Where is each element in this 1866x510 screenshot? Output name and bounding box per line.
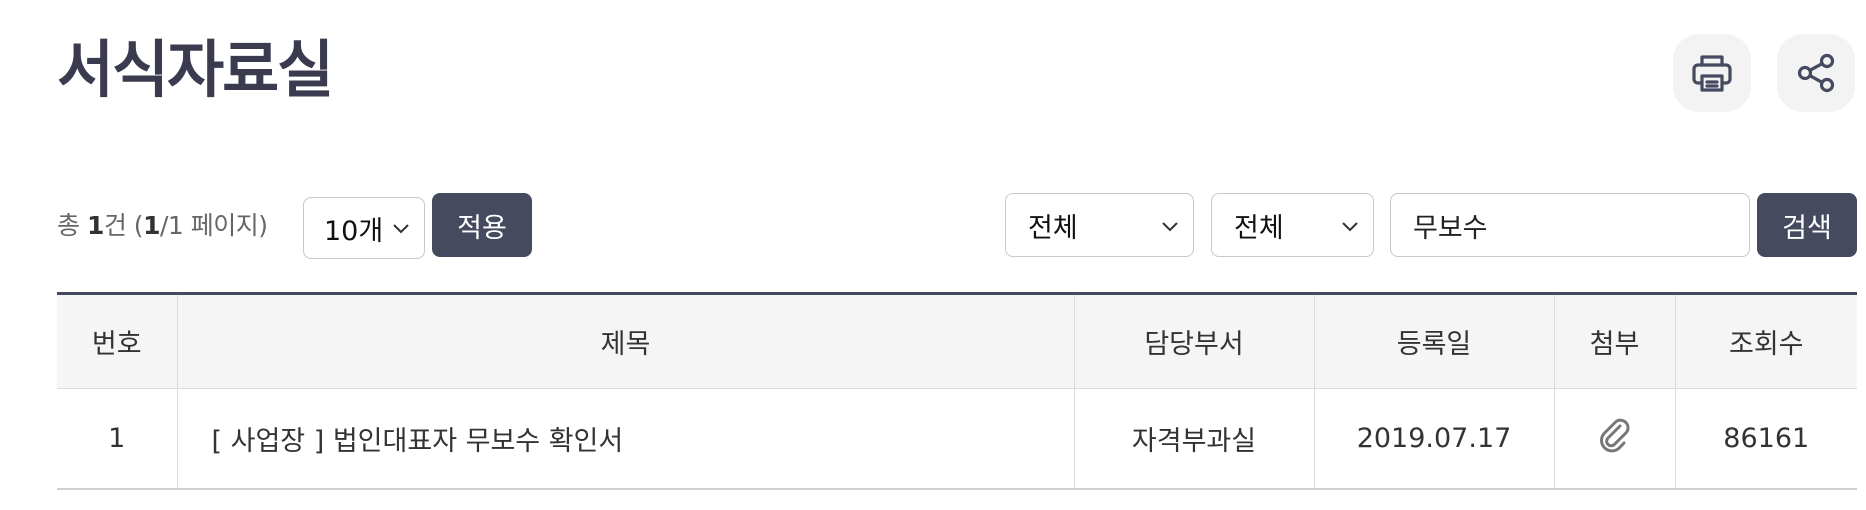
printer-icon — [1692, 55, 1732, 92]
apply-button[interactable]: 적용 — [432, 193, 532, 257]
page-title: 서식자료실 — [57, 33, 334, 106]
share-button[interactable] — [1777, 34, 1855, 112]
row-department: 자격부과실 — [1074, 388, 1315, 490]
chevron-down-icon — [393, 224, 409, 234]
row-number: 1 — [57, 388, 178, 490]
row-attachment[interactable] — [1554, 388, 1676, 490]
search-input[interactable] — [1390, 193, 1750, 257]
current-page: 1 — [143, 211, 160, 240]
chevron-down-icon — [1342, 222, 1358, 232]
header-date: 등록일 — [1314, 293, 1555, 389]
header-number: 번호 — [57, 293, 178, 389]
total-count: 1 — [86, 211, 104, 240]
total-prefix: 총 — [57, 211, 87, 240]
post-title-link[interactable]: [ 사업장 ] 법인대표자 무보수 확인서 — [212, 426, 624, 457]
header-attachment: 첨부 — [1554, 293, 1676, 389]
search-category-select-2[interactable]: 전체 — [1211, 193, 1374, 257]
page-total: /1 페이지) — [159, 211, 268, 240]
row-date: 2019.07.17 — [1314, 388, 1555, 490]
header-title: 제목 — [177, 293, 1075, 389]
header-views: 조회수 — [1675, 293, 1857, 389]
chevron-down-icon — [1162, 222, 1178, 232]
print-button[interactable] — [1673, 34, 1751, 112]
table-row: 1 [ 사업장 ] 법인대표자 무보수 확인서 자격부과실 2019.07.17… — [57, 388, 1857, 490]
search-category-select-1[interactable]: 전체 — [1005, 193, 1194, 257]
paperclip-icon — [1599, 418, 1629, 453]
row-title-cell: [ 사업장 ] 법인대표자 무보수 확인서 — [177, 388, 1075, 490]
share-icon — [1797, 53, 1835, 93]
total-unit: 건 ( — [103, 211, 144, 240]
page-size-select[interactable]: 10개 — [303, 197, 425, 259]
board-table: 번호 제목 담당부서 등록일 첨부 조회수 1 [ 사업장 ] 법인대표자 무보… — [57, 292, 1857, 490]
total-count-info: 총 1건 (1/1 페이지) — [57, 206, 268, 242]
table-header-row: 번호 제목 담당부서 등록일 첨부 조회수 — [57, 293, 1857, 389]
row-views: 86161 — [1675, 388, 1857, 490]
search-button[interactable]: 검색 — [1757, 193, 1857, 257]
header-department: 담당부서 — [1074, 293, 1315, 389]
